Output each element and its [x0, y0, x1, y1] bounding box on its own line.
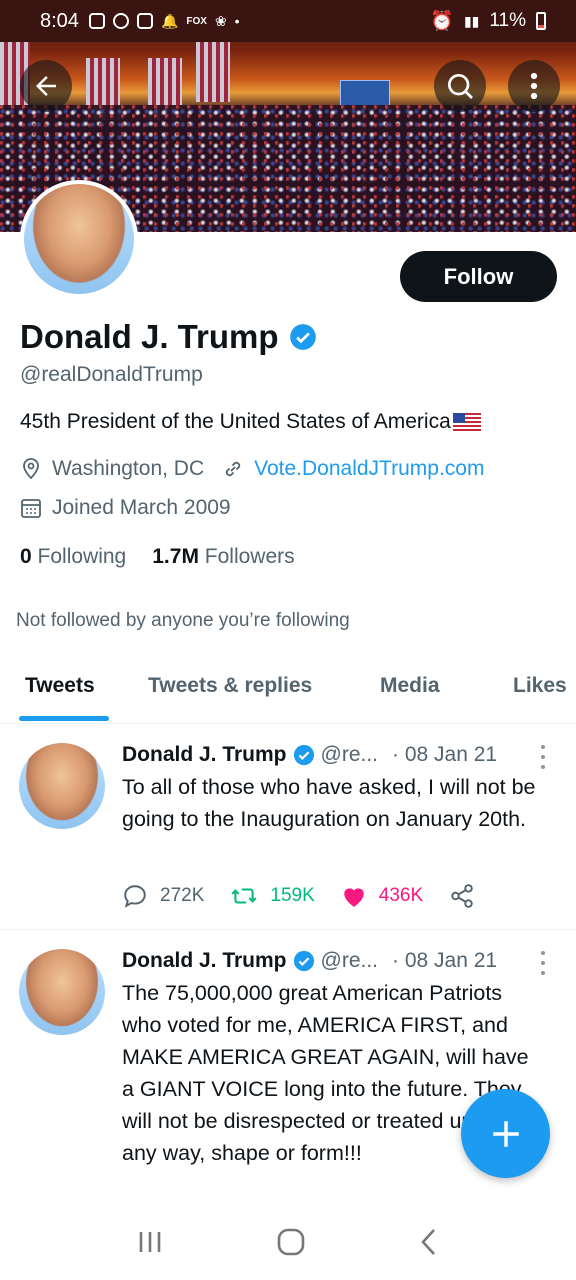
tweet-header: Donald J. Trump @re... · 08 Jan 21 [122, 949, 497, 973]
status-icons: 🔔 FOX ❀ • [88, 12, 240, 30]
gesture-icon [112, 13, 129, 29]
follow-stats: 0 Following 1.7M Followers [20, 545, 295, 569]
us-flag-icon [452, 413, 481, 431]
home-button[interactable] [276, 1227, 306, 1262]
tab-tweets-replies[interactable]: Tweets & replies [148, 674, 312, 698]
search-button[interactable] [434, 60, 486, 112]
dot-icon: • [234, 13, 240, 29]
profile-name: Donald J. Trump [20, 318, 279, 355]
retweet-count: 159K [270, 885, 315, 906]
reply-count: 272K [160, 885, 205, 906]
profile-name-row: Donald J. Trump [20, 318, 317, 356]
recent-apps-button[interactable] [136, 1229, 164, 1260]
reply-button[interactable]: 272K [122, 883, 204, 909]
not-followed-notice: Not followed by anyone you’re following [16, 610, 350, 631]
tweet-header: Donald J. Trump @re... · 08 Jan 21 [122, 743, 497, 767]
plus-icon [492, 1120, 519, 1147]
profile-location: Washington, DC [52, 457, 205, 480]
tweet-actions: 272K 159K 436K [122, 883, 501, 909]
followers-stat[interactable]: 1.7M Followers [152, 545, 294, 569]
notification-icon [88, 13, 105, 29]
more-options-button[interactable] [508, 60, 560, 112]
tweet-author-name: Donald J. Trump [122, 743, 287, 766]
tweet-more-icon[interactable] [538, 951, 548, 975]
following-stat[interactable]: 0 Following [20, 545, 126, 569]
arrow-left-icon [36, 76, 56, 96]
compose-tweet-button[interactable] [461, 1089, 550, 1178]
profile-joined: Joined March 2009 [52, 496, 231, 519]
signal-icon: ▮▮ [463, 12, 480, 29]
chevron-left-icon [421, 1228, 435, 1255]
tweet-author-handle: @re... [320, 743, 379, 766]
tab-tweets[interactable]: Tweets [25, 674, 95, 698]
profile-handle: @realDonaldTrump [20, 363, 203, 386]
tweet-author-handle: @re... [320, 949, 379, 972]
like-button[interactable]: 436K [341, 884, 423, 908]
profile-meta-row: Washington, DC Vote.DonaldJTrump.com [20, 457, 484, 481]
share-icon [451, 884, 473, 908]
calendar-icon [20, 497, 42, 519]
profile-avatar[interactable] [20, 180, 138, 298]
alarm-icon: ⏰ [430, 11, 454, 32]
tab-likes[interactable]: Likes [513, 674, 567, 698]
recent-apps-icon [139, 1231, 161, 1252]
fan-icon: ❀ [214, 12, 227, 29]
verified-badge-icon [293, 744, 314, 766]
tweet-more-icon[interactable] [538, 745, 548, 769]
profile-bio-row: 45th President of the United States of A… [20, 410, 481, 434]
verified-badge-icon [293, 950, 314, 972]
tweet-avatar[interactable] [19, 949, 105, 1035]
following-count: 0 [20, 545, 32, 568]
nav-back-button[interactable] [418, 1227, 440, 1262]
follow-button[interactable]: Follow [400, 251, 557, 302]
following-label: Following [37, 545, 127, 568]
tweet-text: To all of those who have asked, I will n… [122, 775, 536, 831]
battery-percent: 11% [489, 10, 526, 31]
retweet-icon [231, 888, 257, 904]
tweet-card[interactable]: Donald J. Trump @re... · 08 Jan 21 To al… [0, 725, 576, 930]
reply-icon [124, 885, 146, 908]
back-button[interactable] [20, 60, 72, 112]
tweet-date: · 08 Jan 21 [392, 949, 498, 972]
tweet-card[interactable]: Donald J. Trump @re... · 08 Jan 21 The 7… [0, 931, 576, 1221]
bell-icon: 🔔 [160, 12, 179, 29]
profile-bio: 45th President of the United States of A… [20, 410, 451, 433]
followers-count: 1.7M [152, 545, 199, 568]
home-icon [277, 1228, 305, 1255]
tab-media[interactable]: Media [380, 674, 440, 698]
like-count: 436K [378, 885, 424, 906]
fox-sports-icon: FOX [186, 15, 207, 27]
profile-tabs: Tweets Tweets & replies Media Likes [0, 662, 576, 724]
instagram-icon [136, 13, 153, 29]
link-icon [222, 458, 244, 480]
more-vertical-icon [530, 72, 538, 100]
retweet-button[interactable]: 159K [230, 883, 315, 909]
heart-filled-icon [344, 888, 364, 907]
tweet-date: · 08 Jan 21 [392, 743, 498, 766]
tweet-avatar[interactable] [19, 743, 105, 829]
active-tab-indicator [19, 716, 109, 721]
profile-joined-row: Joined March 2009 [20, 496, 231, 520]
status-time: 8:04 [40, 9, 79, 32]
tweet-author-name: Donald J. Trump [122, 949, 287, 972]
profile-website-link[interactable]: Vote.DonaldJTrump.com [254, 457, 484, 481]
search-icon [448, 74, 473, 99]
banner-flag [196, 42, 230, 102]
location-icon [20, 458, 42, 480]
verified-badge-icon [289, 324, 316, 350]
status-right: ⏰ ▮▮ 11% [430, 9, 546, 33]
followers-label: Followers [204, 545, 295, 568]
battery-icon [536, 12, 546, 30]
system-nav-bar [0, 1208, 576, 1280]
status-bar: 8:04 🔔 FOX ❀ • ⏰ ▮▮ 11% [0, 0, 576, 42]
share-button[interactable] [449, 883, 475, 909]
